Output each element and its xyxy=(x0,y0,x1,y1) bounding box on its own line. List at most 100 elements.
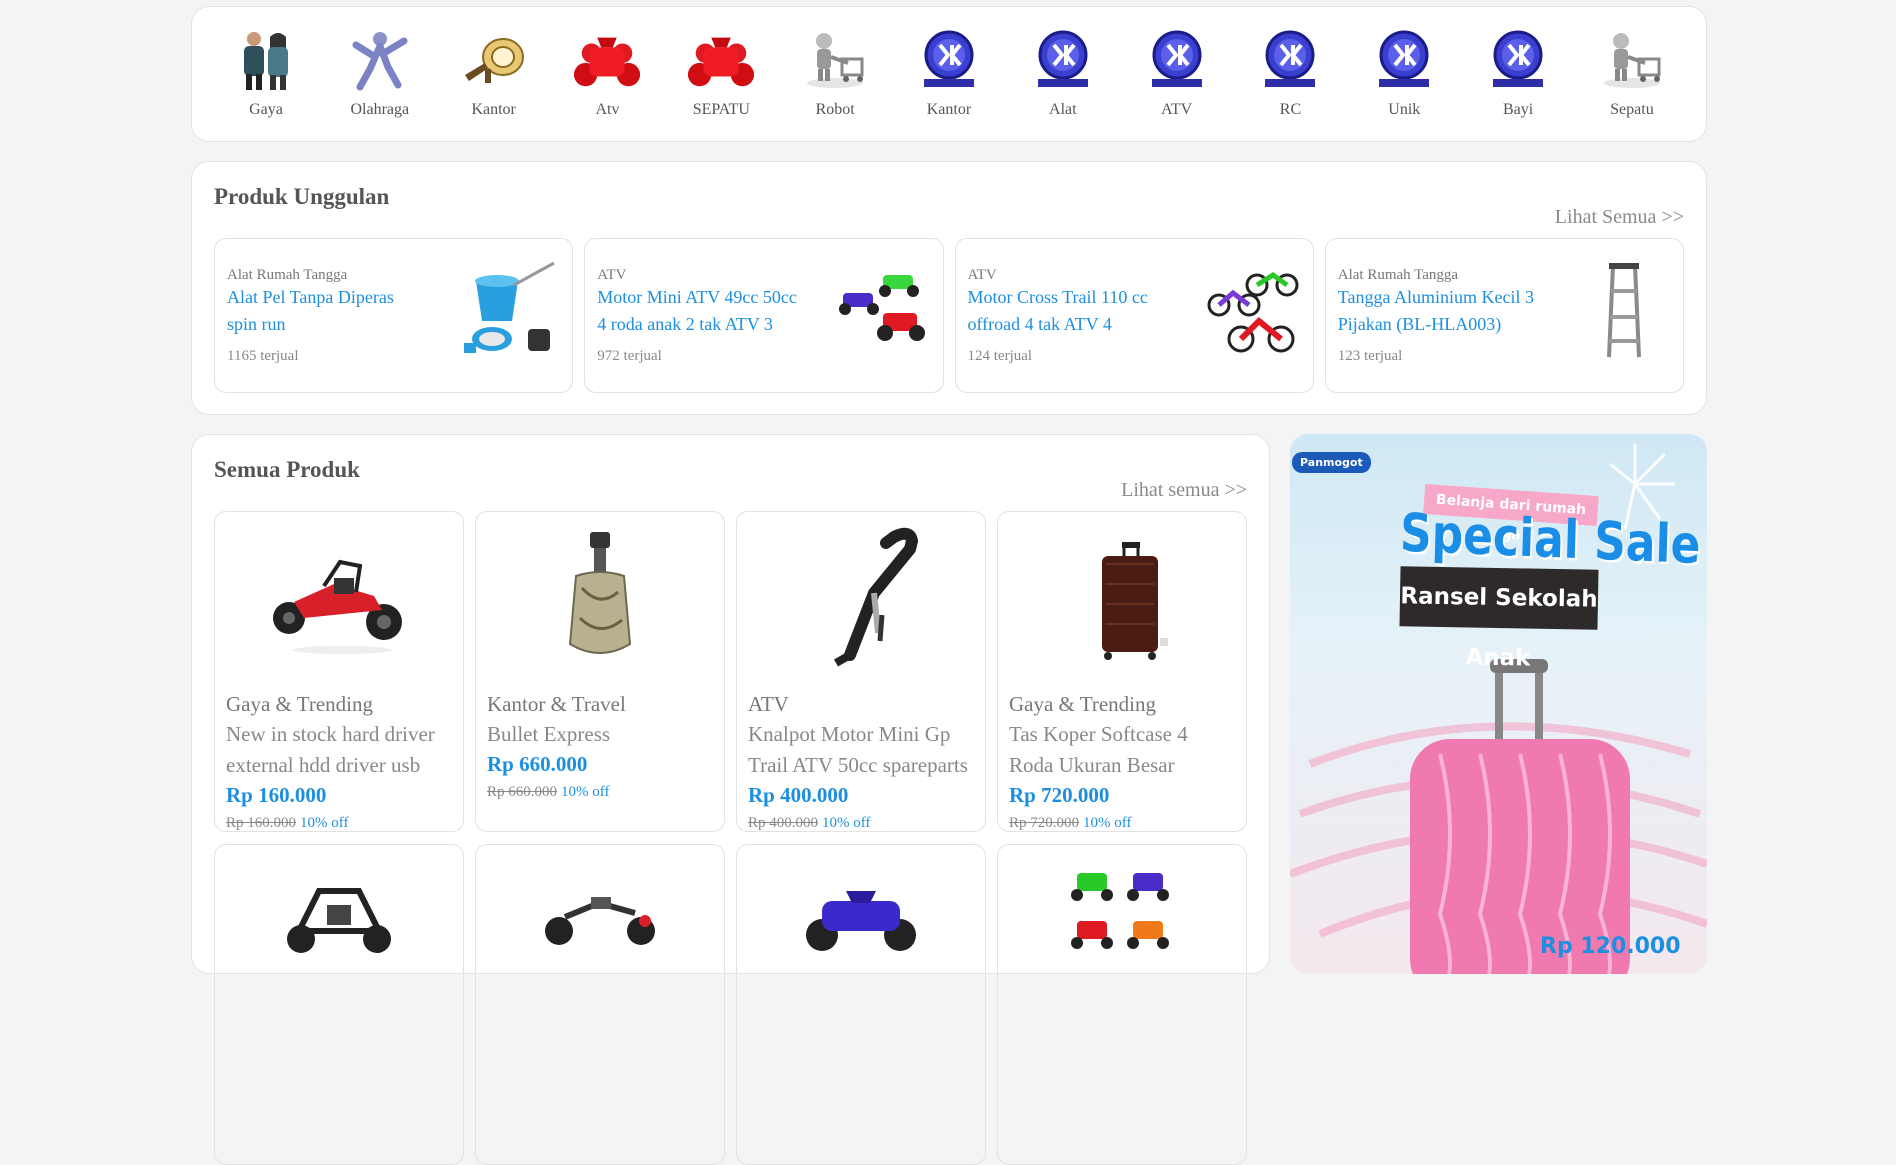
featured-card[interactable]: ATV Motor Cross Trail 110 cc offroad 4 ta… xyxy=(954,238,1314,393)
featured-product-image[interactable] xyxy=(462,261,562,371)
featured-product-name[interactable]: Motor Cross Trail 110 cc offroad 4 tak A… xyxy=(968,284,1168,338)
product-card[interactable]: Kantor & Travel Bullet Express Rp 660.000 R… xyxy=(475,511,725,832)
featured-card[interactable]: Alat Rumah Tangga Tangga Aluminium Kecil … xyxy=(1324,238,1684,393)
featured-product-name[interactable]: Motor Mini ATV 49cc 50cc 4 roda anak 2 t… xyxy=(597,284,797,338)
product-old-price-row: Rp 720.000 10% off xyxy=(1009,814,1235,832)
featured-product-image[interactable] xyxy=(833,261,933,371)
category-label: RC xyxy=(1279,101,1302,118)
category-item[interactable]: Alat xyxy=(1013,25,1113,119)
category-item[interactable]: Olahraga xyxy=(330,25,430,119)
product-card[interactable] xyxy=(736,844,986,1165)
featured-category: Alat Rumah Tangga xyxy=(1337,266,1459,283)
banner-price: Rp 120.000 xyxy=(1540,934,1681,959)
featured-category: ATV xyxy=(597,266,627,283)
featured-card-text: ATV Motor Cross Trail 110 cc offroad 4 ta… xyxy=(968,267,1168,365)
product-old-price: Rp 660.000 xyxy=(487,784,558,800)
product-category: Kantor & Travel xyxy=(487,692,626,716)
product-image[interactable] xyxy=(1009,518,1235,678)
category-label: Atv xyxy=(595,101,620,118)
category-item[interactable]: ATV xyxy=(1127,25,1227,119)
product-card[interactable] xyxy=(475,844,725,1165)
product-name[interactable]: New in stock hard driver external hdd dr… xyxy=(226,719,452,781)
featured-see-all-link[interactable]: Lihat Semua >> xyxy=(1555,206,1684,229)
featured-card[interactable]: Alat Rumah Tangga Alat Pel Tanpa Diperas … xyxy=(214,238,574,393)
category-label: Kantor xyxy=(471,101,516,118)
product-image[interactable] xyxy=(487,851,713,961)
all-products-title: Semua Produk xyxy=(214,457,360,482)
banner-subhead: Ransel Sekolah Anak xyxy=(1399,566,1599,672)
category-item[interactable]: Kantor xyxy=(444,25,544,119)
product-card[interactable]: Gaya & Trending Tas Koper Softcase 4 Roda… xyxy=(997,511,1247,832)
featured-card-list: Alat Rumah Tangga Alat Pel Tanpa Diperas … xyxy=(214,238,1684,393)
category-item[interactable]: Bayi xyxy=(1468,25,1568,119)
product-category: ATV xyxy=(748,692,789,716)
category-item[interactable]: SEPATU xyxy=(671,25,771,119)
category-label: ATV xyxy=(1161,101,1193,118)
all-products-see-all-link[interactable]: Lihat semua >> xyxy=(1121,479,1247,502)
promo-banner[interactable]: Panmogot Belanja dari rumah aja Special … xyxy=(1290,434,1707,974)
horn-icon xyxy=(459,25,529,95)
category-item[interactable]: Robot xyxy=(785,25,885,119)
featured-product-image[interactable] xyxy=(1203,261,1303,371)
product-discount: 10% off xyxy=(822,815,871,831)
category-label: Alat xyxy=(1049,101,1077,118)
all-products-section: Semua Produk Lihat semua >> Gaya & Trend… xyxy=(191,434,1270,1165)
product-image[interactable] xyxy=(748,851,974,961)
product-price: Rp 160.000 xyxy=(226,783,327,807)
featured-product-image[interactable] xyxy=(1573,261,1673,371)
featured-card-text: Alat Rumah Tangga Tangga Aluminium Kecil … xyxy=(1338,267,1538,365)
product-image[interactable] xyxy=(226,518,452,678)
product-image[interactable] xyxy=(487,518,713,678)
category-item[interactable]: Atv xyxy=(557,25,657,119)
brand-logo-icon xyxy=(1142,25,1212,95)
athlete-icon xyxy=(345,25,415,95)
product-card[interactable] xyxy=(997,844,1247,1165)
product-old-price: Rp 400.000 xyxy=(748,815,819,831)
category-label: Olahraga xyxy=(350,101,410,118)
featured-category: Alat Rumah Tangga xyxy=(227,266,348,283)
banner-logo: Panmogot xyxy=(1292,452,1371,473)
product-name[interactable]: Tas Koper Softcase 4 Roda Ukuran Besar xyxy=(1009,719,1235,781)
category-item[interactable]: Unik xyxy=(1354,25,1454,119)
product-old-price: Rp 160.000 xyxy=(226,815,297,831)
category-label: Unik xyxy=(1388,101,1421,118)
product-name[interactable]: Knalpot Motor Mini Gp Trail ATV 50cc spa… xyxy=(748,719,974,781)
category-item[interactable]: Kantor xyxy=(899,25,999,119)
category-label: Kantor xyxy=(926,101,972,118)
category-item[interactable]: RC xyxy=(1240,25,1340,119)
featured-card-text: Alat Rumah Tangga Alat Pel Tanpa Diperas … xyxy=(227,267,427,365)
product-discount: 10% off xyxy=(561,784,610,800)
product-old-price-row: Rp 160.000 10% off xyxy=(226,814,452,832)
category-item[interactable]: Gaya xyxy=(216,25,316,119)
category-list: Gaya Olahraga Kantor Atv SEPATU Robot Kantor Al… xyxy=(216,25,1682,119)
featured-sold-count: 123 terjual xyxy=(1337,347,1403,364)
atv-icon xyxy=(572,25,642,95)
brand-logo-icon xyxy=(1255,25,1325,95)
product-price: Rp 400.000 xyxy=(748,783,849,807)
product-card[interactable] xyxy=(214,844,464,1165)
category-label: Robot xyxy=(815,101,855,118)
category-item[interactable]: Sepatu xyxy=(1582,25,1682,119)
product-image[interactable] xyxy=(1009,851,1235,961)
featured-product-name[interactable]: Tangga Aluminium Kecil 3 Pijakan (BL-HLA… xyxy=(1338,284,1538,338)
featured-card[interactable]: ATV Motor Mini ATV 49cc 50cc 4 roda anak … xyxy=(584,238,944,393)
product-card[interactable]: Gaya & Trending New in stock hard driver … xyxy=(214,511,464,832)
featured-product-name[interactable]: Alat Pel Tanpa Diperas spin run xyxy=(227,284,427,338)
brand-logo-icon xyxy=(914,25,984,95)
category-label: Bayi xyxy=(1503,101,1534,118)
product-discount: 10% off xyxy=(1083,815,1132,831)
product-old-price: Rp 720.000 xyxy=(1009,815,1080,831)
product-price: Rp 660.000 xyxy=(487,752,588,776)
featured-sold-count: 124 terjual xyxy=(967,347,1033,364)
featured-sold-count: 1165 terjual xyxy=(227,347,299,364)
product-image[interactable] xyxy=(748,518,974,678)
product-card[interactable]: ATV Knalpot Motor Mini Gp Trail ATV 50cc … xyxy=(736,511,986,832)
product-old-price-row: Rp 400.000 10% off xyxy=(748,814,974,832)
product-image[interactable] xyxy=(226,851,452,961)
brand-logo-icon xyxy=(1483,25,1553,95)
robot-cart-icon xyxy=(800,25,870,95)
product-name[interactable]: Bullet Express xyxy=(487,719,713,750)
featured-card-text: ATV Motor Mini ATV 49cc 50cc 4 roda anak … xyxy=(597,267,797,365)
product-category: Gaya & Trending xyxy=(226,692,373,716)
category-label: Gaya xyxy=(249,101,283,118)
